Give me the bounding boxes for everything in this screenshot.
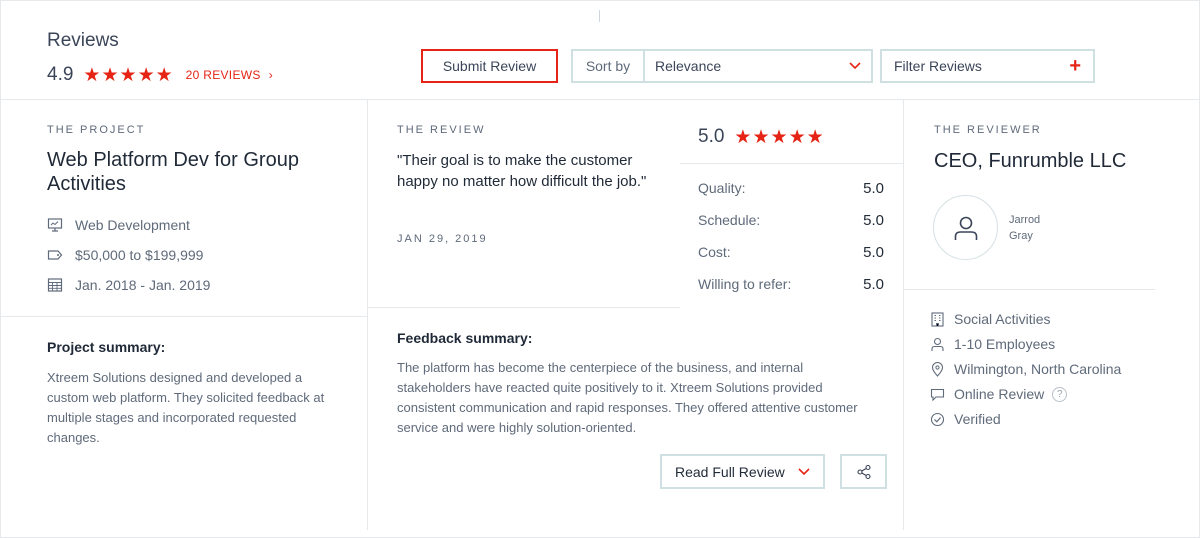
project-divider bbox=[0, 316, 367, 317]
user-icon bbox=[954, 216, 977, 240]
review-divider bbox=[368, 307, 680, 308]
read-full-review-button[interactable]: Read Full Review bbox=[660, 454, 825, 489]
star-icon: ★ bbox=[119, 64, 138, 86]
reviewer-verified-label: Verified bbox=[954, 411, 1001, 427]
reviewer-location: Wilmington, North Carolina bbox=[930, 361, 1121, 377]
star-icon: ★ bbox=[155, 64, 174, 86]
sort-control: Sort by Relevance bbox=[571, 49, 873, 83]
reviewer-eyebrow: THE REVIEWER bbox=[934, 124, 1042, 136]
star-icon: ★ bbox=[101, 64, 120, 86]
reviewer-location-label: Wilmington, North Carolina bbox=[954, 361, 1122, 377]
score-row-refer: Willing to refer: 5.0 bbox=[698, 276, 884, 293]
score-label: Quality: bbox=[698, 180, 746, 196]
project-summary-heading: Project summary: bbox=[47, 339, 166, 355]
reviewer-name: Jarrod Gray bbox=[1009, 212, 1069, 244]
price-tag-icon bbox=[47, 250, 63, 260]
project-dates-label: Jan. 2018 - Jan. 2019 bbox=[75, 277, 211, 293]
chevron-right-icon: › bbox=[268, 68, 273, 82]
project-eyebrow: THE PROJECT bbox=[47, 124, 146, 136]
calendar-icon bbox=[47, 278, 63, 292]
star-icon: ★ bbox=[752, 126, 771, 148]
reviewer-divider bbox=[904, 289, 1155, 290]
presentation-icon bbox=[47, 218, 63, 232]
share-icon bbox=[856, 464, 871, 479]
feedback-summary-text: The platform has become the centerpiece … bbox=[397, 360, 858, 435]
chat-bubble-icon bbox=[930, 388, 945, 401]
overall-score: 4.9 bbox=[47, 64, 74, 85]
top-divider-tick bbox=[599, 10, 600, 22]
chevron-down-icon bbox=[798, 467, 810, 475]
score-label: Cost: bbox=[698, 244, 731, 260]
overall-rating: 4.9 ★ ★ ★ ★ ★ 20 REVIEWS › bbox=[47, 64, 273, 86]
project-summary-text: Xtreem Solutions designed and developed … bbox=[47, 370, 325, 445]
reviewer-industry: Social Activities bbox=[930, 311, 1050, 327]
avatar bbox=[933, 195, 998, 260]
project-budget-label: $50,000 to $199,999 bbox=[75, 247, 204, 263]
star-icon: ★ bbox=[806, 126, 825, 148]
star-icon: ★ bbox=[137, 64, 156, 86]
plus-icon: + bbox=[1069, 55, 1081, 77]
score-value: 5.0 bbox=[863, 180, 884, 197]
star-icon: ★ bbox=[788, 126, 807, 148]
star-icon: ★ bbox=[770, 126, 789, 148]
review-score: 5.0 bbox=[698, 126, 725, 147]
feedback-summary-heading: Feedback summary: bbox=[397, 330, 533, 346]
read-full-review-label: Read Full Review bbox=[675, 463, 785, 480]
overall-stars: ★ ★ ★ ★ ★ bbox=[83, 66, 173, 85]
project-title: Web Platform Dev for Group Activities bbox=[47, 149, 299, 195]
column-divider bbox=[903, 100, 904, 530]
reviewer-size: 1-10 Employees bbox=[930, 336, 1055, 352]
score-row-schedule: Schedule: 5.0 bbox=[698, 212, 884, 229]
chevron-down-icon bbox=[849, 62, 861, 70]
check-circle-icon bbox=[930, 412, 945, 426]
star-icon: ★ bbox=[83, 64, 102, 86]
score-label: Willing to refer: bbox=[698, 276, 792, 292]
sort-label: Sort by bbox=[573, 51, 645, 81]
location-pin-icon bbox=[931, 361, 944, 377]
reviewer-size-label: 1-10 Employees bbox=[954, 336, 1056, 352]
reviewer-industry-label: Social Activities bbox=[954, 311, 1051, 327]
score-label: Schedule: bbox=[698, 212, 761, 228]
reviewer-review-type-label: Online Review bbox=[954, 386, 1045, 402]
star-icon: ★ bbox=[734, 126, 753, 148]
review-quote: "Their goal is to make the customer happ… bbox=[397, 152, 647, 190]
project-dates: Jan. 2018 - Jan. 2019 bbox=[47, 277, 210, 293]
rating-divider bbox=[680, 163, 903, 164]
reviewer-title: CEO, Funrumble LLC bbox=[934, 150, 1127, 172]
review-date: JAN 29, 2019 bbox=[397, 233, 488, 245]
reviews-heading: Reviews bbox=[47, 30, 119, 51]
reviews-count-link[interactable]: 20 REVIEWS › bbox=[186, 68, 273, 82]
review-rating: 5.0 ★ ★ ★ ★ ★ bbox=[698, 126, 825, 148]
person-icon bbox=[931, 337, 944, 351]
reviewer-first-name: Jarrod bbox=[1009, 214, 1041, 226]
filter-label: Filter Reviews bbox=[894, 58, 982, 74]
reviews-count-label: 20 REVIEWS bbox=[185, 68, 261, 82]
column-divider bbox=[367, 100, 368, 530]
project-service: Web Development bbox=[47, 217, 190, 233]
project-service-label: Web Development bbox=[75, 217, 190, 233]
review-eyebrow: THE REVIEW bbox=[397, 124, 486, 136]
review-stars: ★ ★ ★ ★ ★ bbox=[734, 128, 824, 147]
reviewer-last-name: Gray bbox=[1009, 230, 1033, 242]
project-budget: $50,000 to $199,999 bbox=[47, 247, 203, 263]
building-icon bbox=[931, 311, 944, 327]
header-divider bbox=[0, 99, 1200, 100]
help-icon[interactable]: ? bbox=[1052, 386, 1068, 402]
score-row-cost: Cost: 5.0 bbox=[698, 244, 884, 261]
score-value: 5.0 bbox=[863, 276, 884, 293]
score-value: 5.0 bbox=[863, 212, 884, 229]
reviewer-verified: Verified bbox=[930, 411, 1001, 427]
score-row-quality: Quality: 5.0 bbox=[698, 180, 884, 197]
share-button[interactable] bbox=[840, 454, 887, 489]
sort-value: Relevance bbox=[655, 58, 722, 74]
filter-reviews-button[interactable]: Filter Reviews + bbox=[880, 49, 1095, 83]
sort-select[interactable]: Relevance bbox=[645, 51, 871, 81]
score-value: 5.0 bbox=[863, 244, 884, 261]
reviewer-review-type: Online Review ? bbox=[930, 386, 1068, 402]
submit-review-button[interactable]: Submit Review bbox=[421, 49, 558, 83]
